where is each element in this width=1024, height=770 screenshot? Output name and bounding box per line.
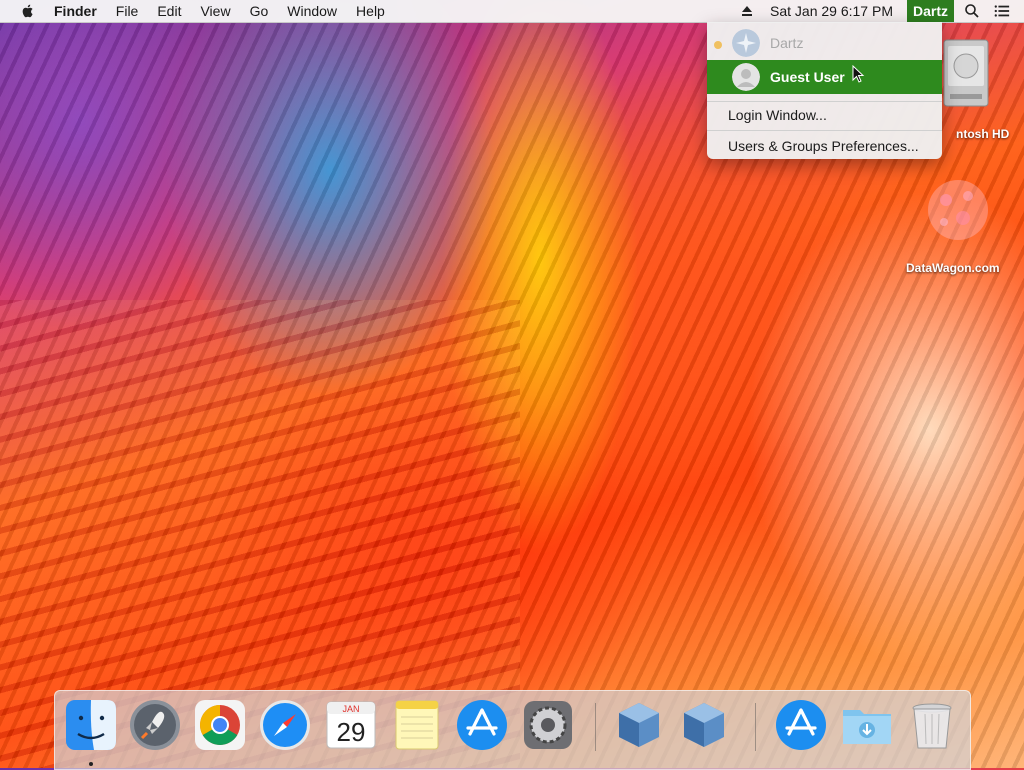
menu-finder[interactable]: Finder (54, 3, 97, 19)
safari-icon[interactable] (258, 698, 312, 752)
dock-separator (595, 703, 596, 751)
menu-view[interactable]: View (200, 3, 230, 19)
user-avatar-icon (732, 29, 760, 57)
guest-name: Guest User (770, 69, 845, 85)
menu-separator (707, 130, 942, 131)
calendar-month: JAN (342, 704, 359, 714)
datawagon-label[interactable]: DataWagon.com (906, 261, 1000, 275)
virtualbox-icon[interactable] (612, 698, 666, 752)
menu-file[interactable]: File (116, 3, 139, 19)
notes-icon[interactable] (390, 698, 444, 752)
hard-drive-icon[interactable] (940, 36, 990, 110)
menu-window[interactable]: Window (287, 3, 337, 19)
login-window-item[interactable]: Login Window... (728, 104, 827, 126)
datawagon-icon[interactable] (918, 170, 998, 250)
users-groups-prefs-item[interactable]: Users & Groups Preferences... (728, 135, 919, 157)
downloads-folder-icon[interactable] (840, 698, 894, 752)
hard-drive-label[interactable]: ntosh HD (956, 127, 1009, 141)
fast-user-switch-menu[interactable]: Dartz (906, 0, 954, 22)
menu-clock[interactable]: Sat Jan 29 6:17 PM (770, 3, 893, 19)
launchpad-icon[interactable] (128, 698, 182, 752)
spotlight-search-icon[interactable] (964, 3, 980, 19)
menu-edit[interactable]: Edit (157, 3, 181, 19)
app-store-downloads-icon[interactable] (774, 698, 828, 752)
menu-bar: Finder File Edit View Go Window Help Sat… (0, 0, 1024, 23)
user-name: Dartz (770, 35, 804, 51)
mouse-cursor-icon (852, 65, 865, 83)
menu-separator (707, 101, 942, 102)
apple-menu-icon[interactable] (20, 3, 36, 19)
trash-icon[interactable] (905, 698, 959, 752)
calendar-day: 29 (337, 717, 366, 747)
finder-icon[interactable] (64, 698, 118, 752)
calendar-icon[interactable]: JAN 29 (324, 698, 378, 752)
guest-avatar-icon (732, 63, 760, 91)
notification-center-icon[interactable] (994, 3, 1010, 19)
status-dot-icon (714, 41, 722, 49)
app-store-icon[interactable] (455, 698, 509, 752)
dock-separator (755, 703, 756, 751)
virtualbox-icon-2[interactable] (677, 698, 731, 752)
user-item-guest[interactable]: Guest User (707, 60, 942, 94)
user-switch-menu: Dartz Guest User Login Window... Users &… (707, 22, 942, 159)
chrome-icon[interactable] (193, 698, 247, 752)
dock (54, 690, 971, 770)
user-item-current: Dartz (707, 26, 942, 60)
eject-icon[interactable] (740, 4, 754, 18)
system-preferences-icon[interactable] (521, 698, 575, 752)
running-indicator (89, 762, 93, 766)
menu-help[interactable]: Help (356, 3, 385, 19)
menu-go[interactable]: Go (250, 3, 269, 19)
